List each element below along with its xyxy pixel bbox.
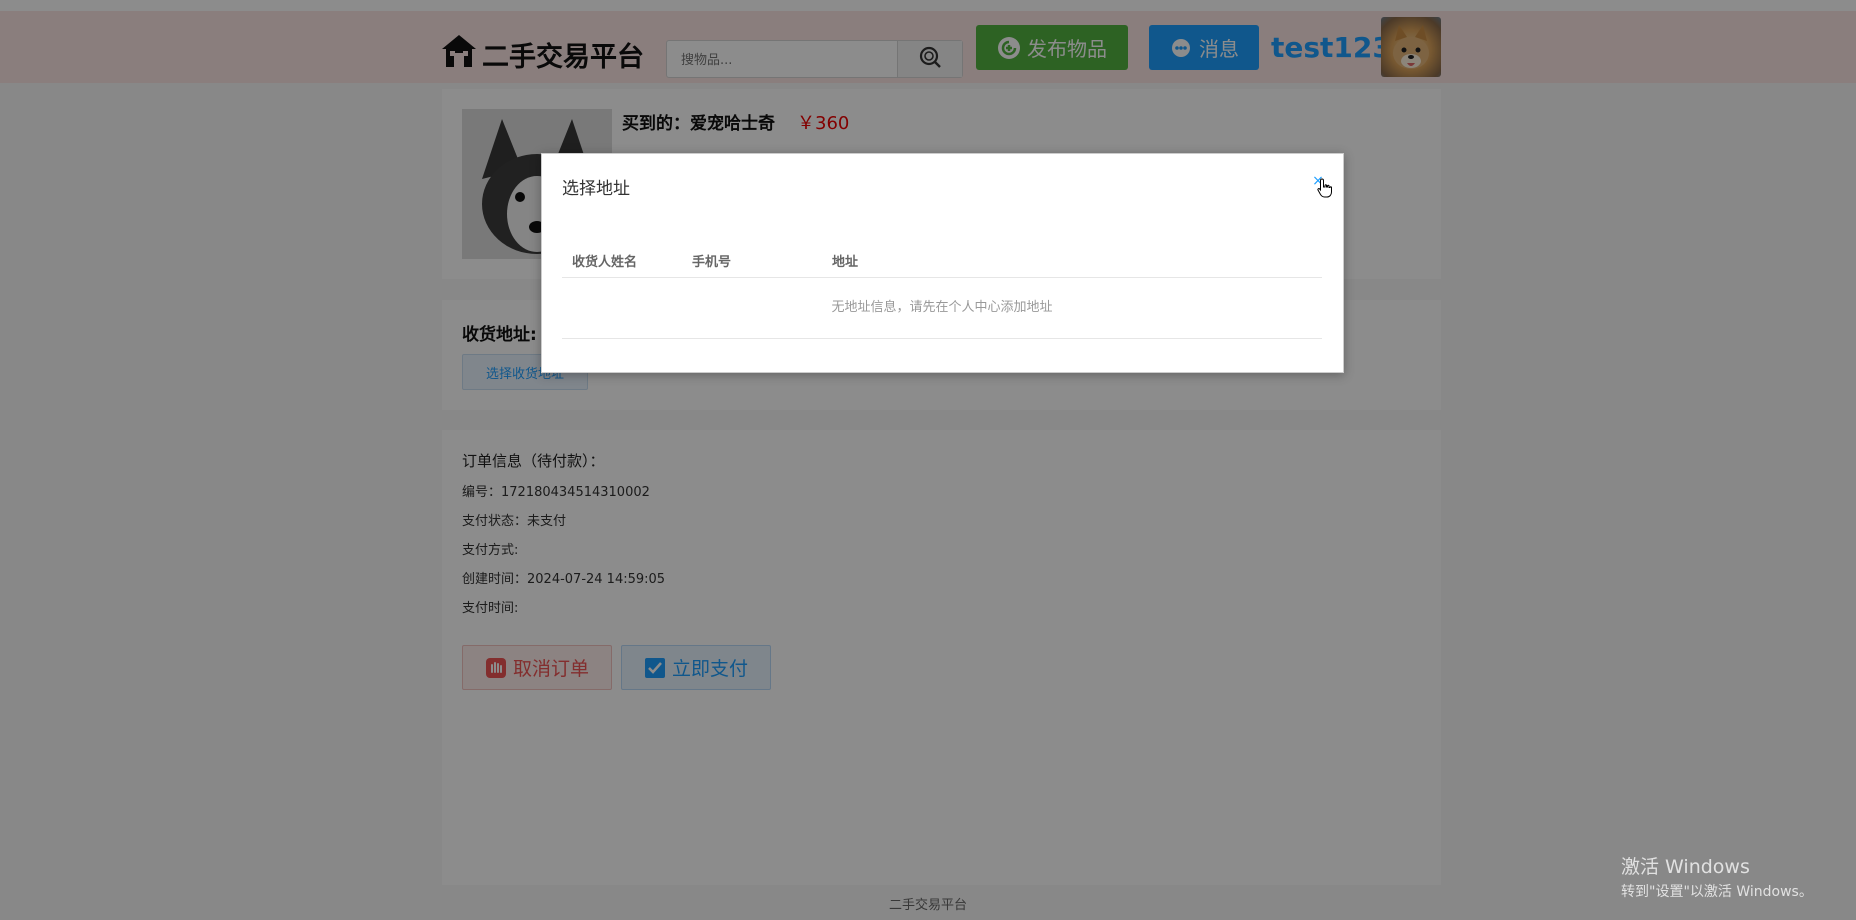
watermark-line-2: 转到"设置"以激活 Windows。 [1621,884,1813,900]
table-header: 收货人姓名 手机号 地址 [562,243,1322,278]
modal-overlay[interactable] [0,0,1856,920]
empty-address-message: 无地址信息，请先在个人中心添加地址 [562,278,1322,339]
col-phone: 手机号 [692,255,732,270]
col-receiver-name: 收货人姓名 [572,255,638,270]
address-table: 收货人姓名 手机号 地址 无地址信息，请先在个人中心添加地址 [562,243,1322,339]
windows-activation-watermark: 激活 Windows 转到"设置"以激活 Windows。 [1621,852,1813,901]
dialog-title: 选择地址 [562,179,630,199]
watermark-line-1: 激活 Windows [1621,856,1750,878]
col-address: 地址 [832,255,859,270]
hand-cursor-icon [1317,178,1333,202]
select-address-dialog: 选择地址 × 收货人姓名 手机号 地址 无地址信息，请先在个人中心添加地址 [541,153,1344,373]
